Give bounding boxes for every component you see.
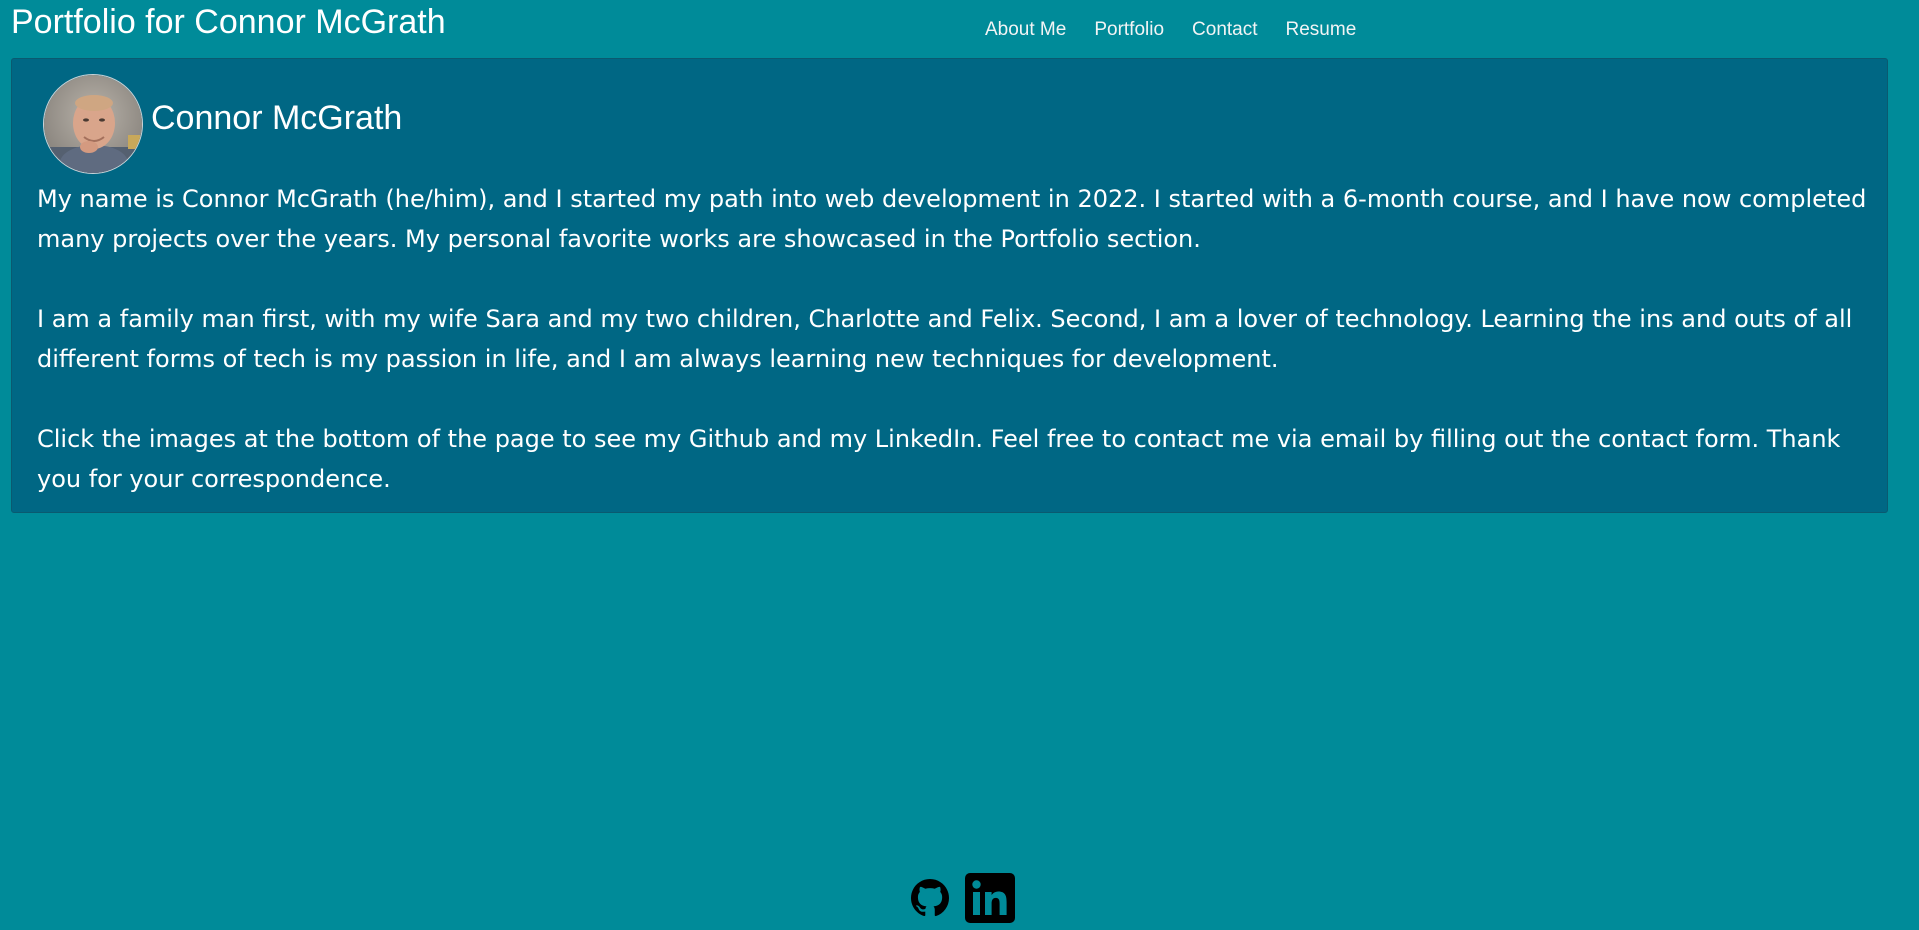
github-icon [911,879,949,917]
nav-contact[interactable]: Contact [1192,18,1257,42]
bio-paragraph: My name is Connor McGrath (he/him), and … [37,185,1867,253]
site-title: Portfolio for Connor McGrath [11,3,446,41]
github-link[interactable] [911,879,949,917]
linkedin-link[interactable] [965,873,1015,923]
social-links [911,873,1015,923]
main-nav: About Me Portfolio Contact Resume [985,18,1356,42]
about-card: Connor McGrath My name is Connor McGrath… [11,58,1888,513]
nav-resume[interactable]: Resume [1286,18,1357,42]
bio: My name is Connor McGrath (he/him), and … [37,179,1867,539]
profile-photo-icon [44,75,142,173]
nav-about-me[interactable]: About Me [985,18,1066,42]
bio-paragraph: Click the images at the bottom of the pa… [37,425,1841,493]
bio-paragraph: I am a family man first, with my wife Sa… [37,305,1853,373]
nav-portfolio[interactable]: Portfolio [1094,18,1164,42]
profile-name: Connor McGrath [151,99,403,137]
linkedin-icon [965,873,1015,923]
avatar [43,74,143,174]
